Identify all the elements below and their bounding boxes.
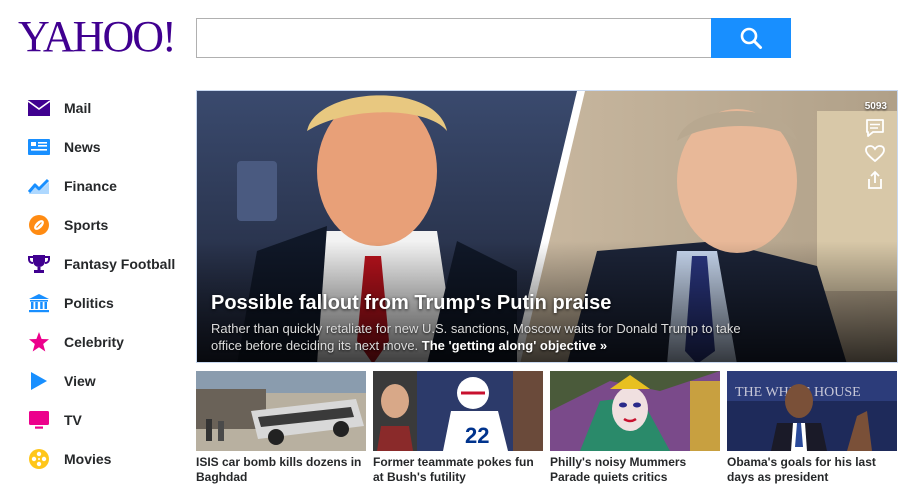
sidebar-item-politics[interactable]: Politics [24, 283, 189, 322]
story-thumbnail: THE WHITE HOUSE [727, 371, 897, 451]
sidebar-item-label: Finance [64, 177, 117, 194]
sidebar-item-label: Politics [64, 294, 114, 311]
sidebar-item-label: Mail [64, 99, 92, 116]
sidebar-item-label: TV [64, 411, 82, 428]
film-reel-icon [28, 447, 56, 471]
hero-read-more-link[interactable]: The 'getting along' objective » [422, 338, 607, 353]
sidebar-item-label: Movies [64, 450, 112, 467]
hero-title[interactable]: Possible fallout from Trump's Putin prai… [211, 292, 611, 315]
sidebar-item-celebrity[interactable]: Celebrity [24, 322, 189, 361]
capitol-icon [28, 291, 56, 315]
story-title[interactable]: Former teammate pokes fun at Bush's futi… [373, 455, 543, 485]
sidebar-item-mail[interactable]: Mail [24, 88, 189, 127]
sidebar-item-fantasy-football[interactable]: Fantasy Football [24, 244, 189, 283]
story-card[interactable]: Philly's noisy Mummers Parade quiets cri… [550, 371, 720, 485]
finance-chart-icon [28, 174, 56, 198]
trophy-icon [28, 252, 56, 276]
story-title[interactable]: Philly's noisy Mummers Parade quiets cri… [550, 455, 720, 485]
sidebar-item-movies[interactable]: Movies [24, 439, 189, 478]
sidebar-item-label: News [64, 138, 101, 155]
story-thumbnail [196, 371, 366, 451]
comment-icon[interactable] [864, 117, 886, 139]
sidebar-nav: Mail News Finance Sports Fantasy Footbal… [24, 88, 189, 478]
yahoo-logo[interactable]: YAHOO! [18, 14, 178, 60]
tv-icon [28, 408, 56, 432]
search-button[interactable] [711, 18, 791, 58]
play-icon [28, 369, 56, 393]
hero-story[interactable]: 5093 Possible fallout from Trump's Putin… [196, 90, 898, 363]
sidebar-item-sports[interactable]: Sports [24, 205, 189, 244]
search-input[interactable] [196, 18, 712, 58]
mail-icon [28, 96, 56, 120]
comment-count: 5093 [864, 101, 887, 112]
logo-text: YAHOO! [18, 12, 177, 61]
sidebar-item-label: Fantasy Football [64, 255, 176, 272]
share-icon[interactable] [864, 169, 886, 191]
sidebar-item-news[interactable]: News [24, 127, 189, 166]
hero-summary: Rather than quickly retaliate for new U.… [211, 320, 771, 354]
story-card[interactable]: 22 Former teammate pokes fun at Bush's f… [373, 371, 543, 485]
news-icon [28, 135, 56, 159]
sidebar-item-label: Celebrity [64, 333, 124, 350]
search-icon [740, 27, 762, 49]
sidebar-item-view[interactable]: View [24, 361, 189, 400]
sidebar-item-label: View [64, 372, 96, 389]
story-thumbnail: 22 [373, 371, 543, 451]
star-icon [28, 330, 56, 354]
heart-icon[interactable] [864, 143, 886, 165]
svg-text:22: 22 [465, 423, 489, 448]
sidebar-item-tv[interactable]: TV [24, 400, 189, 439]
sidebar-item-finance[interactable]: Finance [24, 166, 189, 205]
story-title[interactable]: Obama's goals for his last days as presi… [727, 455, 897, 485]
story-thumbnail [550, 371, 720, 451]
story-card[interactable]: THE WHITE HOUSE Obama's goals for his la… [727, 371, 897, 485]
story-title[interactable]: ISIS car bomb kills dozens in Baghdad [196, 455, 366, 485]
football-icon [28, 213, 56, 237]
sidebar-item-label: Sports [64, 216, 109, 233]
story-card[interactable]: ISIS car bomb kills dozens in Baghdad [196, 371, 366, 485]
